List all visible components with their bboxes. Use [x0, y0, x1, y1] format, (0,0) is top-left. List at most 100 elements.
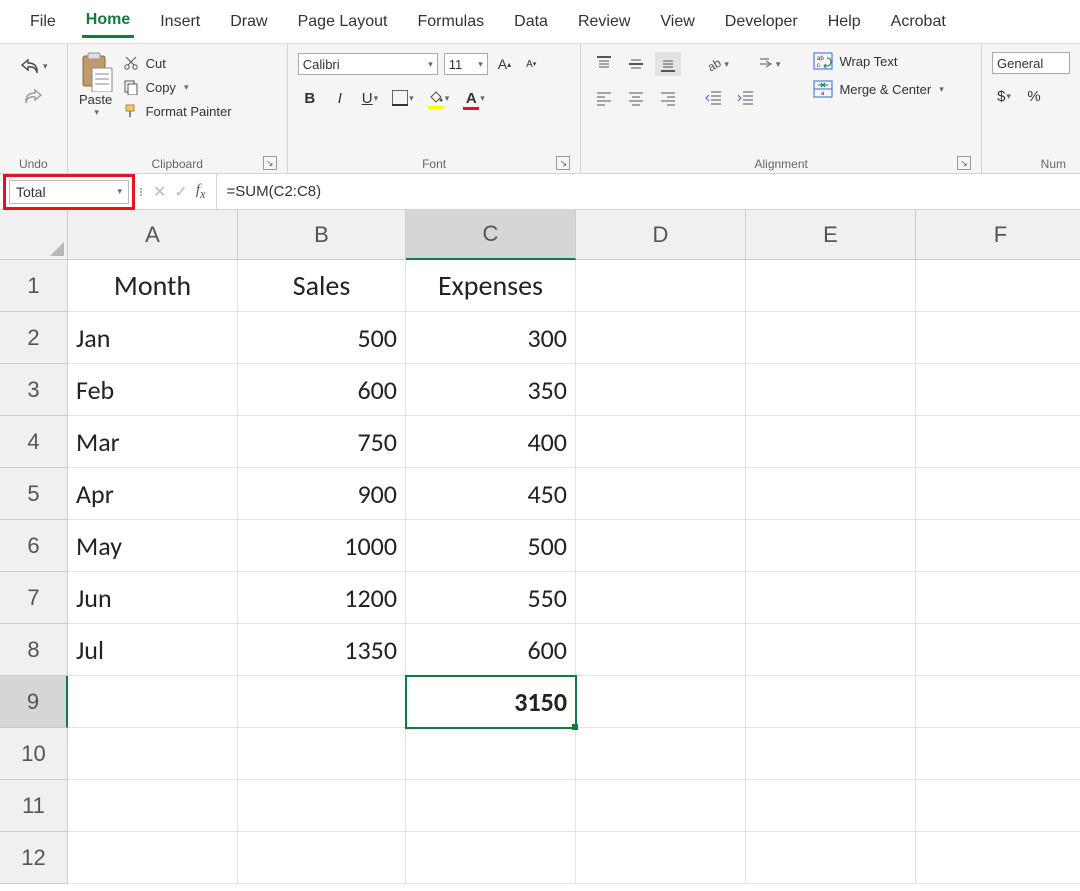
italic-button[interactable]: I: [328, 86, 352, 110]
cell[interactable]: [746, 260, 916, 312]
menu-tab-view[interactable]: View: [656, 7, 698, 37]
decrease-indent-button[interactable]: [701, 86, 727, 110]
cell[interactable]: [238, 832, 406, 884]
menu-tab-draw[interactable]: Draw: [226, 7, 271, 37]
cell[interactable]: [916, 520, 1080, 572]
cell[interactable]: [916, 312, 1080, 364]
menu-tab-developer[interactable]: Developer: [721, 7, 802, 37]
menu-tab-help[interactable]: Help: [824, 7, 865, 37]
enter-formula-button[interactable]: ✓: [174, 182, 187, 202]
menu-tab-review[interactable]: Review: [574, 7, 634, 37]
cell[interactable]: 500: [406, 520, 576, 572]
cell[interactable]: [576, 312, 746, 364]
cell[interactable]: [916, 468, 1080, 520]
cell[interactable]: [916, 416, 1080, 468]
column-header[interactable]: A: [68, 210, 238, 260]
clipboard-launcher[interactable]: ↘: [263, 156, 277, 170]
cell[interactable]: 900: [238, 468, 406, 520]
row-header[interactable]: 4: [0, 416, 68, 468]
cell[interactable]: May: [68, 520, 238, 572]
font-color-button[interactable]: A▾: [459, 86, 489, 110]
row-header[interactable]: 2: [0, 312, 68, 364]
row-header[interactable]: 8: [0, 624, 68, 676]
formula-bar-handle[interactable]: [135, 188, 143, 196]
menu-tab-acrobat[interactable]: Acrobat: [887, 7, 950, 37]
cell[interactable]: [238, 728, 406, 780]
cell[interactable]: [746, 468, 916, 520]
font-launcher[interactable]: ↘: [556, 156, 570, 170]
select-all-triangle[interactable]: [0, 210, 68, 260]
cell[interactable]: Sales: [238, 260, 406, 312]
cell[interactable]: [68, 728, 238, 780]
font-name-combo[interactable]: Calibri▾: [298, 53, 438, 75]
cell[interactable]: [746, 416, 916, 468]
cell[interactable]: [68, 780, 238, 832]
align-top-button[interactable]: [591, 52, 617, 76]
row-header[interactable]: 6: [0, 520, 68, 572]
cell[interactable]: 750: [238, 416, 406, 468]
bold-button[interactable]: B: [298, 86, 322, 110]
underline-button[interactable]: U▾: [358, 86, 382, 110]
cell[interactable]: [576, 416, 746, 468]
format-painter-button[interactable]: Format Painter: [122, 102, 232, 120]
cell[interactable]: [916, 572, 1080, 624]
cell[interactable]: [68, 676, 238, 728]
percent-button[interactable]: %: [1022, 84, 1046, 108]
cell[interactable]: [576, 364, 746, 416]
cell[interactable]: Mar: [68, 416, 238, 468]
cell[interactable]: [406, 728, 576, 780]
column-header[interactable]: F: [916, 210, 1080, 260]
cell[interactable]: 400: [406, 416, 576, 468]
cell[interactable]: [746, 364, 916, 416]
formula-input[interactable]: =SUM(C2:C8): [216, 174, 1080, 209]
cell[interactable]: [916, 364, 1080, 416]
row-header[interactable]: 11: [0, 780, 68, 832]
cell[interactable]: [746, 832, 916, 884]
cell[interactable]: Jun: [68, 572, 238, 624]
row-header[interactable]: 12: [0, 832, 68, 884]
align-middle-button[interactable]: [623, 52, 649, 76]
cell[interactable]: [576, 260, 746, 312]
cell[interactable]: [68, 832, 238, 884]
cell[interactable]: [916, 260, 1080, 312]
menu-tab-data[interactable]: Data: [510, 7, 552, 37]
align-bottom-button[interactable]: [655, 52, 681, 76]
menu-tab-home[interactable]: Home: [82, 5, 134, 38]
paste-label[interactable]: Paste: [79, 92, 112, 107]
cell[interactable]: Jul: [68, 624, 238, 676]
cell[interactable]: [576, 520, 746, 572]
currency-button[interactable]: $▾: [992, 84, 1016, 108]
menu-tab-page-layout[interactable]: Page Layout: [294, 7, 392, 37]
cell[interactable]: 550: [406, 572, 576, 624]
menu-tab-insert[interactable]: Insert: [156, 7, 204, 37]
shrink-font-button[interactable]: A▾: [521, 52, 541, 76]
border-button[interactable]: ▾: [388, 86, 418, 110]
number-format-combo[interactable]: General: [992, 52, 1070, 74]
cell[interactable]: [916, 832, 1080, 884]
cell[interactable]: [746, 780, 916, 832]
cell[interactable]: [916, 780, 1080, 832]
redo-button[interactable]: [18, 84, 48, 108]
cell[interactable]: [916, 728, 1080, 780]
cell[interactable]: Expenses: [406, 260, 576, 312]
row-header[interactable]: 10: [0, 728, 68, 780]
cell[interactable]: Feb: [68, 364, 238, 416]
column-header[interactable]: E: [746, 210, 916, 260]
text-direction-button[interactable]: ▾: [753, 52, 785, 76]
align-left-button[interactable]: [591, 86, 617, 110]
copy-button[interactable]: Copy ▾: [122, 78, 232, 96]
cell[interactable]: [576, 572, 746, 624]
cell[interactable]: [576, 780, 746, 832]
cell[interactable]: 600: [406, 624, 576, 676]
cell[interactable]: Month: [68, 260, 238, 312]
cell[interactable]: [916, 624, 1080, 676]
row-header[interactable]: 3: [0, 364, 68, 416]
column-header[interactable]: C: [406, 210, 576, 260]
cell[interactable]: [406, 832, 576, 884]
cell[interactable]: [916, 676, 1080, 728]
cell[interactable]: [406, 780, 576, 832]
undo-button[interactable]: ▾: [18, 54, 48, 78]
cell[interactable]: 450: [406, 468, 576, 520]
cell[interactable]: Jan: [68, 312, 238, 364]
increase-indent-button[interactable]: [733, 86, 759, 110]
